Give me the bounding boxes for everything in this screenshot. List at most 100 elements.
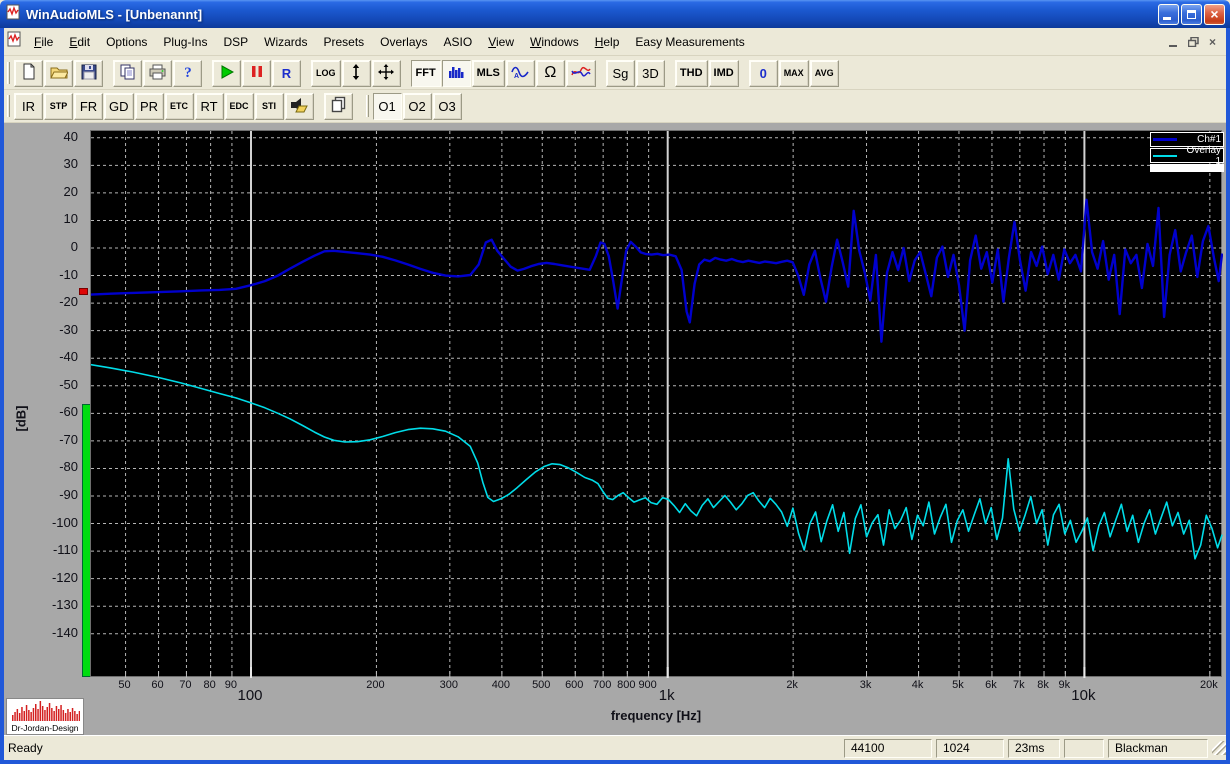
menu-presets[interactable]: Presets <box>315 32 372 52</box>
menu-file[interactable]: File <box>26 32 61 52</box>
menu-help[interactable]: Help <box>587 32 628 52</box>
rt-button[interactable]: RT <box>194 92 224 120</box>
legend-line-sample <box>1153 138 1177 141</box>
menu-asio[interactable]: ASIO <box>436 32 481 52</box>
maximize-button[interactable] <box>1181 3 1202 25</box>
new-file-button[interactable] <box>14 59 43 87</box>
close-button[interactable]: × <box>1204 3 1225 25</box>
impedance-button[interactable]: Ω <box>535 59 565 87</box>
etc-button-label: ETC <box>170 101 188 111</box>
play-button[interactable] <box>212 59 241 87</box>
overlay-copy-button[interactable] <box>323 92 353 120</box>
fr-button[interactable]: FR <box>74 92 103 120</box>
resize-grip[interactable] <box>1212 741 1226 755</box>
signal-generator-icon <box>290 97 308 116</box>
window-border-right <box>1226 28 1230 764</box>
gd-button-label: GD <box>109 98 129 114</box>
ir-button[interactable]: IR <box>14 92 43 120</box>
mdi-minimize-button[interactable] <box>1165 33 1184 50</box>
legend-label: Overlay 1 <box>1186 144 1221 167</box>
3d-button[interactable]: 3D <box>635 59 665 87</box>
help-icon: ? <box>181 64 195 83</box>
window-title: WinAudioMLS - [Unbenannt] <box>26 6 203 22</box>
fft-button[interactable]: FFT <box>410 59 441 87</box>
sine-wave-icon: A <box>511 65 530 82</box>
x-tick-label: 1k <box>658 687 675 704</box>
transfer-button[interactable] <box>565 59 596 87</box>
menu-dsp[interactable]: DSP <box>215 32 256 52</box>
save-button[interactable] <box>74 59 103 87</box>
x-tick-label: 10k <box>1071 687 1096 704</box>
pan-arrows-icon <box>378 63 394 83</box>
zero-button[interactable]: 0 <box>748 59 778 87</box>
stp-button[interactable]: STP <box>44 92 73 120</box>
spectrum-button[interactable] <box>441 59 471 87</box>
max-button[interactable]: MAX <box>778 59 809 87</box>
y-tick-label: -140 <box>51 624 78 640</box>
avg-button[interactable]: AVG <box>809 59 839 87</box>
minimize-button[interactable] <box>1158 3 1179 25</box>
fr-button-label: FR <box>79 98 98 114</box>
y-tick-label: -20 <box>59 294 78 310</box>
copy-pages-icon <box>330 96 347 116</box>
status-panel-4: Blackman <box>1108 738 1208 758</box>
scope-button[interactable]: A <box>505 59 535 87</box>
analysis-toolbar: IR STP FR GD PR ETC RT EDC STI O1 O2 O3 <box>4 90 1226 123</box>
menu-overlays[interactable]: Overlays <box>372 32 435 52</box>
imd-button[interactable]: IMD <box>708 59 739 87</box>
pr-button[interactable]: PR <box>134 92 164 120</box>
menu-windows[interactable]: Windows <box>522 32 587 52</box>
gd-button[interactable]: GD <box>104 92 134 120</box>
record-button[interactable]: R <box>272 59 301 87</box>
imd-button-label: IMD <box>713 67 734 79</box>
etc-button[interactable]: ETC <box>164 92 194 120</box>
menu-edit[interactable]: Edit <box>61 32 98 52</box>
sti-button[interactable]: STI <box>254 92 284 120</box>
pan-button[interactable] <box>371 59 401 87</box>
help-button[interactable]: ? <box>173 59 202 87</box>
open-file-button[interactable] <box>44 59 73 87</box>
menu-easy-measurements[interactable]: Easy Measurements <box>627 32 752 52</box>
menu-options[interactable]: Options <box>98 32 155 52</box>
y-tick-label: 10 <box>63 211 78 227</box>
thd-button-label: THD <box>679 67 703 79</box>
mdi-restore-icon <box>1188 36 1199 47</box>
title-bar[interactable]: WinAudioMLS - [Unbenannt] × <box>0 0 1230 28</box>
transfer-curves-icon <box>571 65 591 82</box>
print-button[interactable] <box>143 59 172 87</box>
close-icon: × <box>1210 6 1219 22</box>
mdi-restore-button[interactable] <box>1184 33 1203 50</box>
x-tick-label: 200 <box>366 679 385 691</box>
fft-button-label: FFT <box>415 67 436 79</box>
avg-button-label: AVG <box>814 68 834 78</box>
spectrum-plot[interactable] <box>90 130 1223 678</box>
edc-button[interactable]: EDC <box>224 92 254 120</box>
y-tick-label: -50 <box>59 376 78 392</box>
mdi-close-button[interactable]: × <box>1203 33 1222 50</box>
mls-button-label: MLS <box>476 67 500 79</box>
generator-icon-button[interactable] <box>284 92 314 120</box>
vendor-logo: Dr-Jordan-Design <box>6 698 84 735</box>
menu-view[interactable]: View <box>480 32 522 52</box>
vertical-zoom-button[interactable] <box>341 59 371 87</box>
new-document-icon <box>20 63 37 83</box>
copy-button[interactable] <box>113 59 142 87</box>
overlay2-button[interactable]: O2 <box>402 92 432 120</box>
y-tick-label: -60 <box>59 404 78 420</box>
3d-button-label: 3D <box>642 65 659 81</box>
mls-button[interactable]: MLS <box>471 59 505 87</box>
series-overlay-1 <box>91 363 1223 560</box>
copy-icon <box>120 64 136 83</box>
pr-button-label: PR <box>139 98 159 114</box>
y-tick-label: -70 <box>59 431 78 447</box>
menu-plug-ins[interactable]: Plug-Ins <box>155 32 215 52</box>
status-panels: 44100 1024 23ms Blackman <box>840 738 1208 758</box>
overlay3-button[interactable]: O3 <box>432 92 462 120</box>
pause-button[interactable] <box>242 59 271 87</box>
rt-button-label: RT <box>200 98 218 114</box>
overlay1-button[interactable]: O1 <box>372 92 402 120</box>
log-scale-button[interactable]: LOG <box>311 59 341 87</box>
menu-wizards[interactable]: Wizards <box>256 32 315 52</box>
thd-button[interactable]: THD <box>674 59 708 87</box>
signal-generator-button[interactable]: Sg <box>605 59 635 87</box>
